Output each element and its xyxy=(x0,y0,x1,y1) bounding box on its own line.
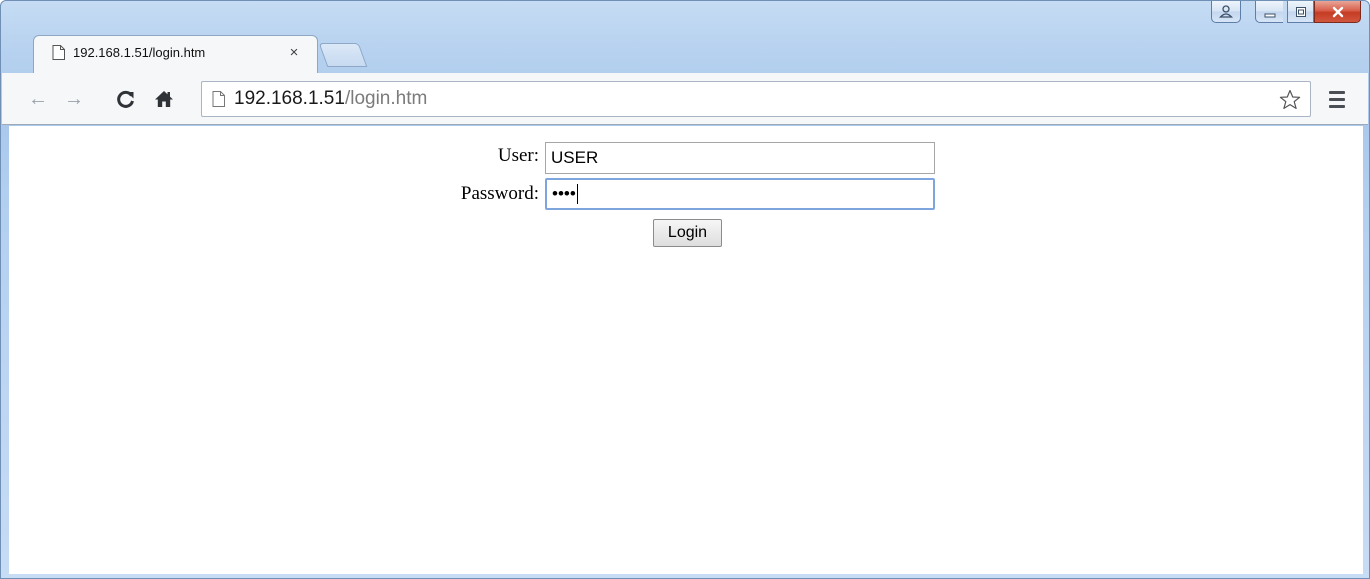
tab-login-page[interactable]: 192.168.1.51/login.htm × xyxy=(33,35,318,73)
menu-icon-bar xyxy=(1329,97,1345,101)
password-input[interactable]: •••• xyxy=(545,178,935,210)
close-icon xyxy=(1332,6,1343,17)
title-bar: 192.168.1.51/login.htm × xyxy=(1,1,1369,73)
home-icon xyxy=(155,91,173,107)
browser-window: 192.168.1.51/login.htm × ← → 192.168.1.5… xyxy=(0,0,1370,579)
minimize-button[interactable] xyxy=(1255,1,1283,23)
reload-button[interactable] xyxy=(112,85,140,113)
password-input-value: •••• xyxy=(552,184,576,203)
minimize-icon xyxy=(1264,13,1275,17)
maximize-button[interactable] xyxy=(1287,1,1314,23)
window-controls xyxy=(1211,1,1361,23)
tab-title: 192.168.1.51/login.htm xyxy=(73,45,206,60)
address-bar[interactable]: 192.168.1.51/login.htm xyxy=(201,81,1311,117)
toolbar: ← → 192.168.1.51/login.htm xyxy=(2,73,1368,125)
login-button[interactable]: Login xyxy=(653,219,722,247)
bookmark-star-icon[interactable] xyxy=(1278,88,1302,112)
home-button[interactable] xyxy=(150,85,178,113)
page-icon xyxy=(212,91,225,107)
user-label: User: xyxy=(497,145,539,166)
menu-icon-bar xyxy=(1329,104,1345,108)
maximize-icon xyxy=(1295,6,1306,17)
profile-button[interactable] xyxy=(1211,1,1241,23)
url-path: /login.htm xyxy=(344,88,428,109)
close-window-button[interactable] xyxy=(1314,1,1361,23)
url-host: 192.168.1.51 xyxy=(234,88,345,109)
tab-close-icon[interactable]: × xyxy=(285,44,303,61)
user-input[interactable]: USER xyxy=(545,142,935,174)
page-icon xyxy=(52,45,65,60)
chrome-menu-button[interactable] xyxy=(1323,85,1351,113)
menu-icon xyxy=(1329,90,1345,94)
back-button[interactable]: ← xyxy=(24,85,52,113)
reload-icon xyxy=(117,90,134,108)
forward-button[interactable]: → xyxy=(60,85,88,113)
forward-arrow-icon: → xyxy=(64,87,84,110)
back-arrow-icon: ← xyxy=(28,87,48,110)
page-content: User: USER Password: •••• Login xyxy=(9,126,1363,574)
text-cursor xyxy=(576,184,578,204)
password-label: Password: xyxy=(460,183,539,204)
user-input-value: USER xyxy=(551,148,599,167)
new-tab-button[interactable] xyxy=(318,43,368,67)
person-icon xyxy=(1219,5,1233,18)
